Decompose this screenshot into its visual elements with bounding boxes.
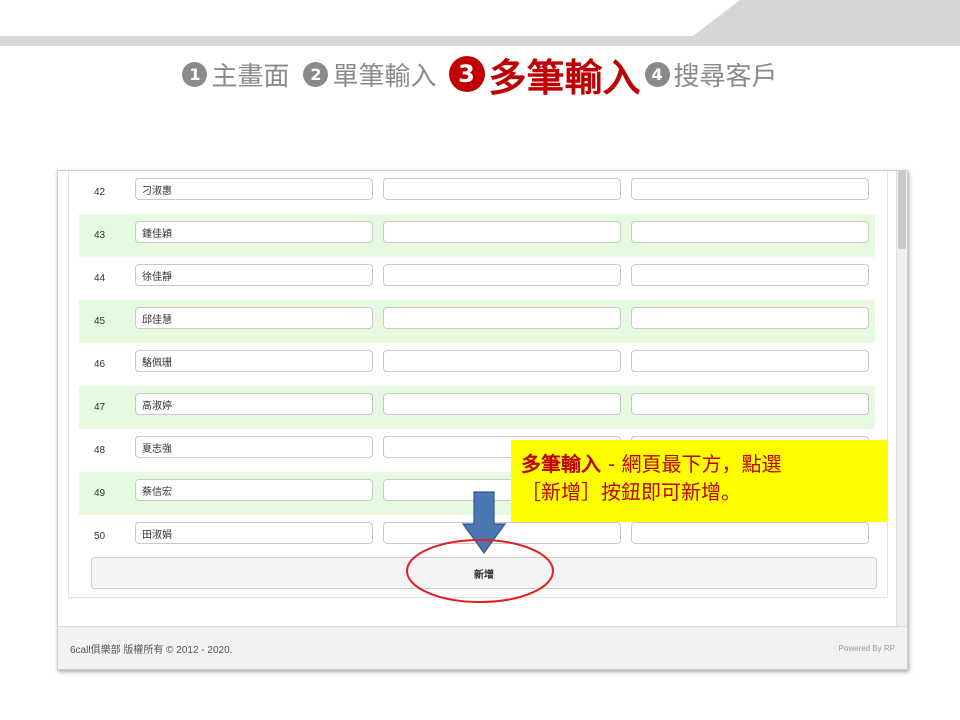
powered-by-text: Powered By RP bbox=[838, 644, 895, 653]
step-1: 1 主畫面 bbox=[182, 56, 289, 93]
step-3-active: 3 多筆輸入 bbox=[448, 47, 641, 102]
callout-line-1-rest: - 網頁最下方，點選 bbox=[607, 452, 782, 476]
note-field[interactable] bbox=[631, 522, 869, 544]
callout-line-2: ［新增］按鈕即可新增。 bbox=[521, 480, 741, 504]
table-row: 45 邱佳慧 bbox=[79, 300, 875, 343]
step-4-number: 4 bbox=[644, 61, 670, 87]
row-index: 48 bbox=[94, 445, 106, 456]
phone-field[interactable] bbox=[383, 264, 621, 286]
step-2: 2 單筆輸入 bbox=[303, 56, 437, 93]
browser-screenshot: 42 刁淑惠 43 鍾佳穎 44 徐佳靜 45 邱佳慧 46 駱佩珊 47 高淑… bbox=[57, 170, 908, 670]
note-field[interactable] bbox=[631, 178, 869, 200]
page-scrollbar[interactable] bbox=[896, 171, 907, 626]
note-field[interactable] bbox=[631, 264, 869, 286]
step-navigation: 1 主畫面 2 單筆輸入 3 多筆輸入 4 搜尋客戶 bbox=[0, 48, 960, 100]
row-index: 43 bbox=[94, 230, 106, 241]
name-field[interactable]: 高淑婷 bbox=[135, 393, 373, 415]
name-field[interactable]: 徐佳靜 bbox=[135, 264, 373, 286]
name-field[interactable]: 鍾佳穎 bbox=[135, 221, 373, 243]
row-index: 45 bbox=[94, 316, 106, 327]
phone-field[interactable] bbox=[383, 178, 621, 200]
table-row: 42 刁淑惠 bbox=[79, 171, 875, 214]
note-field[interactable] bbox=[631, 221, 869, 243]
step-1-label: 主畫面 bbox=[211, 61, 290, 92]
table-row: 46 駱佩珊 bbox=[79, 343, 875, 386]
row-index: 44 bbox=[94, 273, 106, 284]
phone-field[interactable] bbox=[383, 307, 621, 329]
row-index: 50 bbox=[94, 531, 106, 542]
row-index: 47 bbox=[94, 402, 106, 413]
phone-field[interactable] bbox=[383, 350, 621, 372]
name-field[interactable]: 夏志強 bbox=[135, 436, 373, 458]
table-row: 47 高淑婷 bbox=[79, 386, 875, 429]
phone-field[interactable] bbox=[383, 393, 621, 415]
page-footer: 6call俱樂部 版權所有 © 2012 - 2020. Powered By … bbox=[58, 626, 907, 669]
phone-field[interactable] bbox=[383, 221, 621, 243]
callout-line-1: 多筆輸入 - 網頁最下方，點選 bbox=[521, 450, 880, 478]
scrollbar-thumb[interactable] bbox=[898, 171, 906, 249]
table-row: 44 徐佳靜 bbox=[79, 257, 875, 300]
copyright-text: 6call俱樂部 版權所有 © 2012 - 2020. bbox=[70, 645, 233, 656]
add-button[interactable]: 新增 bbox=[91, 557, 877, 589]
slide-corner-shape bbox=[680, 0, 960, 46]
callout-highlight: 多筆輸入 bbox=[521, 452, 608, 476]
name-field[interactable]: 邱佳慧 bbox=[135, 307, 373, 329]
step-4-label: 搜尋客戶 bbox=[673, 61, 778, 92]
step-4: 4 搜尋客戶 bbox=[644, 56, 778, 93]
step-2-number: 2 bbox=[303, 61, 329, 87]
row-index: 49 bbox=[94, 488, 106, 499]
name-field[interactable]: 刁淑惠 bbox=[135, 178, 373, 200]
row-index: 46 bbox=[94, 359, 106, 370]
step-1-number: 1 bbox=[182, 61, 208, 87]
note-field[interactable] bbox=[631, 393, 869, 415]
name-field[interactable]: 蔡信宏 bbox=[135, 479, 373, 501]
step-3-label: 多筆輸入 bbox=[488, 55, 641, 100]
step-3-number: 3 bbox=[448, 56, 485, 92]
table-row: 43 鍾佳穎 bbox=[79, 214, 875, 257]
note-field[interactable] bbox=[631, 350, 869, 372]
phone-field[interactable] bbox=[383, 522, 621, 544]
batch-input-panel: 42 刁淑惠 43 鍾佳穎 44 徐佳靜 45 邱佳慧 46 駱佩珊 47 高淑… bbox=[68, 171, 888, 598]
instruction-callout: 多筆輸入 - 網頁最下方，點選 ［新增］按鈕即可新增。 bbox=[511, 440, 888, 522]
step-2-label: 單筆輸入 bbox=[332, 61, 437, 92]
name-field[interactable]: 田淑娟 bbox=[135, 522, 373, 544]
name-field[interactable]: 駱佩珊 bbox=[135, 350, 373, 372]
note-field[interactable] bbox=[631, 307, 869, 329]
row-index: 42 bbox=[94, 187, 106, 198]
